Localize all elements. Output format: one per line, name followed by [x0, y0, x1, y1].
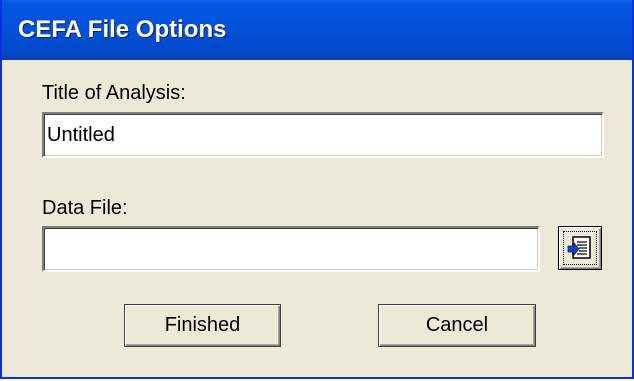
window-title: CEFA File Options: [18, 16, 227, 43]
dialog-window: CEFA File Options Title of Analysis: Dat…: [0, 0, 634, 379]
data-file-label: Data File:: [42, 197, 128, 219]
finished-button[interactable]: Finished: [124, 304, 281, 347]
dialog-body: Title of Analysis: Data File: Finished C…: [2, 60, 632, 377]
data-file-input[interactable]: [42, 226, 540, 272]
cancel-button[interactable]: Cancel: [378, 304, 536, 347]
browse-file-button[interactable]: [558, 226, 602, 270]
title-bar[interactable]: CEFA File Options: [2, 0, 632, 60]
title-of-analysis-input[interactable]: [42, 112, 604, 158]
open-file-icon: [567, 236, 591, 259]
title-of-analysis-label: Title of Analysis:: [42, 82, 186, 104]
